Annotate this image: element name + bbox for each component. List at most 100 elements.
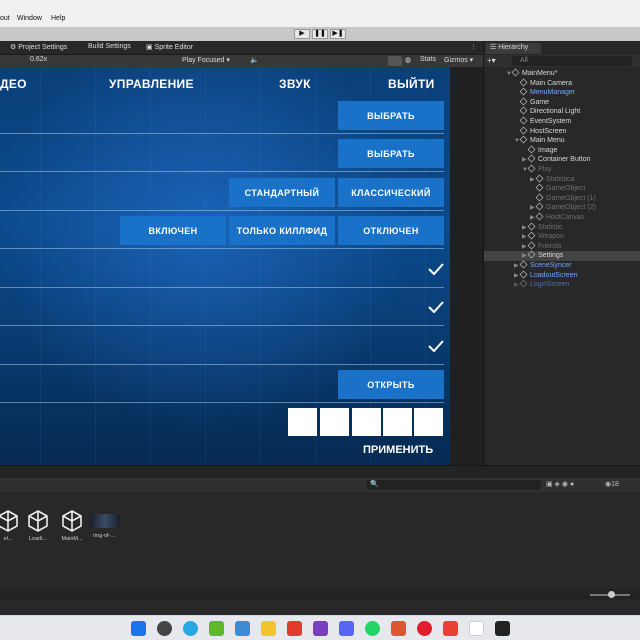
asset-item[interactable]: ring-of-... <box>90 509 120 539</box>
hierarchy-row[interactable]: ▶ Statistica <box>484 174 640 185</box>
discord-icon[interactable] <box>339 621 354 636</box>
menu-item-out[interactable]: out <box>0 15 10 22</box>
hierarchy-row[interactable]: ▼ MainMenu* <box>484 68 640 79</box>
row-divider <box>0 210 444 211</box>
color-slot[interactable] <box>383 408 412 436</box>
gameobject-icon <box>519 106 528 115</box>
grid-line <box>95 67 96 465</box>
hierarchy-row[interactable]: ▶ Settings <box>484 250 640 262</box>
row-divider <box>0 325 444 326</box>
checkmark-icon[interactable] <box>428 263 444 275</box>
speaker-icon[interactable]: 🔈 <box>250 56 259 64</box>
telegram-icon[interactable] <box>183 621 198 636</box>
tab-sprite-editor[interactable]: ▣ Sprite Editor <box>146 43 193 51</box>
select-button-2[interactable]: ВЫБРАТЬ <box>338 139 444 168</box>
tab-project-settings[interactable]: ⚙ Project Settings <box>10 43 67 51</box>
hierarchy-row[interactable]: EventSystem <box>484 116 640 126</box>
yandex-browser-icon[interactable] <box>469 621 484 636</box>
hidden-count-icon[interactable]: ◉18 <box>605 480 619 488</box>
hierarchy-row[interactable]: MenuManager <box>484 87 640 97</box>
microphone-icon[interactable] <box>391 621 406 636</box>
play-mode-dropdown[interactable]: Play Focused ▾ <box>182 56 230 64</box>
hierarchy-row[interactable]: Game <box>484 97 640 107</box>
monitor-icon[interactable] <box>235 621 250 636</box>
killfeed-only-button[interactable]: ТОЛЬКО КИЛЛФИД <box>229 216 335 245</box>
color-slot[interactable] <box>320 408 349 436</box>
grid-line <box>150 67 151 465</box>
hierarchy-row[interactable]: Directional Light <box>484 106 640 116</box>
hierarchy-row[interactable]: GameObject (1) <box>484 193 640 203</box>
checkmark-icon[interactable] <box>428 301 444 313</box>
gizmos-dropdown[interactable]: Gizmos ▾ <box>444 56 473 64</box>
gameobject-icon <box>519 279 528 288</box>
menu-item-window[interactable]: Window <box>17 15 42 22</box>
hierarchy-row[interactable]: ▶ Weapon <box>484 231 640 242</box>
hierarchy-row[interactable]: ▶ HostCanvas <box>484 212 640 223</box>
nav-exit[interactable]: ВЫЙТИ <box>388 77 435 91</box>
add-icon[interactable]: +▾ <box>487 56 496 65</box>
hierarchy-row[interactable]: ▼ Play <box>484 164 640 175</box>
pause-button[interactable]: ❚❚ <box>312 29 328 39</box>
filter-icons[interactable]: ▣ ◈ ◉ ● <box>546 480 574 488</box>
hierarchy-row[interactable]: ▶ SceneSyncer <box>484 260 640 271</box>
hierarchy-row-label: Weapon <box>538 233 564 241</box>
yandex-icon[interactable] <box>287 621 302 636</box>
open-button[interactable]: ОТКРЫТЬ <box>338 370 444 399</box>
asset-item[interactable]: Loadi... <box>24 509 52 542</box>
step-button[interactable]: ▶❚ <box>330 29 346 39</box>
color-slot[interactable] <box>288 408 317 436</box>
hierarchy-row[interactable]: ▶ LoginScreen <box>484 279 640 290</box>
hierarchy-row-label: Statistic <box>538 223 563 231</box>
search-icon[interactable] <box>157 621 172 636</box>
menu-item-help[interactable]: Help <box>51 15 65 22</box>
stats-button[interactable]: Stats <box>420 56 436 63</box>
whatsapp-icon[interactable] <box>365 621 380 636</box>
hierarchy-row[interactable]: Main Camera <box>484 78 640 88</box>
hierarchy-row[interactable]: HostScreen <box>484 126 640 136</box>
visual-studio-icon[interactable] <box>313 621 328 636</box>
hierarchy-row-label: MainMenu* <box>522 70 558 77</box>
nav-video[interactable]: ДЕО <box>0 77 27 91</box>
hierarchy-row[interactable]: ▶ Container Button <box>484 154 640 165</box>
hierarchy-row[interactable]: ▶ Statistic <box>484 222 640 233</box>
play-button[interactable]: ▶ <box>294 29 310 39</box>
search-placeholder: All <box>520 57 528 64</box>
tab-menu-icon[interactable]: ⋮ <box>470 43 477 51</box>
zoom-slider-knob[interactable] <box>608 591 615 598</box>
asset-item[interactable]: MainM... <box>58 509 86 542</box>
asset-item[interactable]: el... <box>0 509 22 542</box>
enabled-button[interactable]: ВКЛЮЧЕН <box>120 216 226 245</box>
classic-button[interactable]: КЛАССИЧЕСКИЙ <box>338 178 444 207</box>
asset-label: el... <box>3 536 13 542</box>
hierarchy-row[interactable]: GameObject <box>484 183 640 193</box>
nav-controls[interactable]: УПРАВЛЕНИЕ <box>109 77 194 91</box>
android-icon[interactable] <box>209 621 224 636</box>
app-icon[interactable] <box>443 621 458 636</box>
mute-icon[interactable]: ◍ <box>405 56 411 64</box>
hierarchy-row[interactable]: ▼ Main Menu <box>484 135 640 146</box>
tools-icon[interactable] <box>388 56 402 66</box>
project-search[interactable]: 🔍 <box>366 480 541 490</box>
scale-value[interactable]: 0.62x <box>30 56 47 63</box>
opera-icon[interactable] <box>417 621 432 636</box>
disabled-button[interactable]: ОТКЛЮЧЕН <box>338 216 444 245</box>
unity-icon[interactable] <box>495 621 510 636</box>
hierarchy-tab[interactable]: ☰ Hierarchy <box>486 43 541 54</box>
project-tabs <box>0 466 640 478</box>
nav-sound[interactable]: ЗВУК <box>279 77 311 91</box>
apply-button[interactable]: ПРИМЕНИТЬ <box>363 444 433 456</box>
hierarchy-search[interactable]: All <box>512 56 632 66</box>
hierarchy-row[interactable]: ▶ Friends <box>484 241 640 252</box>
grid-line <box>40 67 41 465</box>
checkmark-icon[interactable] <box>428 340 444 352</box>
color-slot[interactable] <box>352 408 381 436</box>
hierarchy-row[interactable]: ▶ GameObject (2) <box>484 202 640 213</box>
select-button-1[interactable]: ВЫБРАТЬ <box>338 101 444 130</box>
tab-build-settings[interactable]: Build Settings <box>88 43 131 50</box>
hierarchy-row[interactable]: Image <box>484 145 640 155</box>
color-slot[interactable] <box>414 408 443 436</box>
start-icon[interactable] <box>131 621 146 636</box>
standard-button[interactable]: СТАНДАРТНЫЙ <box>229 178 335 207</box>
hierarchy-row[interactable]: ▶ LoadoutScreen <box>484 270 640 281</box>
folder-icon[interactable] <box>261 621 276 636</box>
